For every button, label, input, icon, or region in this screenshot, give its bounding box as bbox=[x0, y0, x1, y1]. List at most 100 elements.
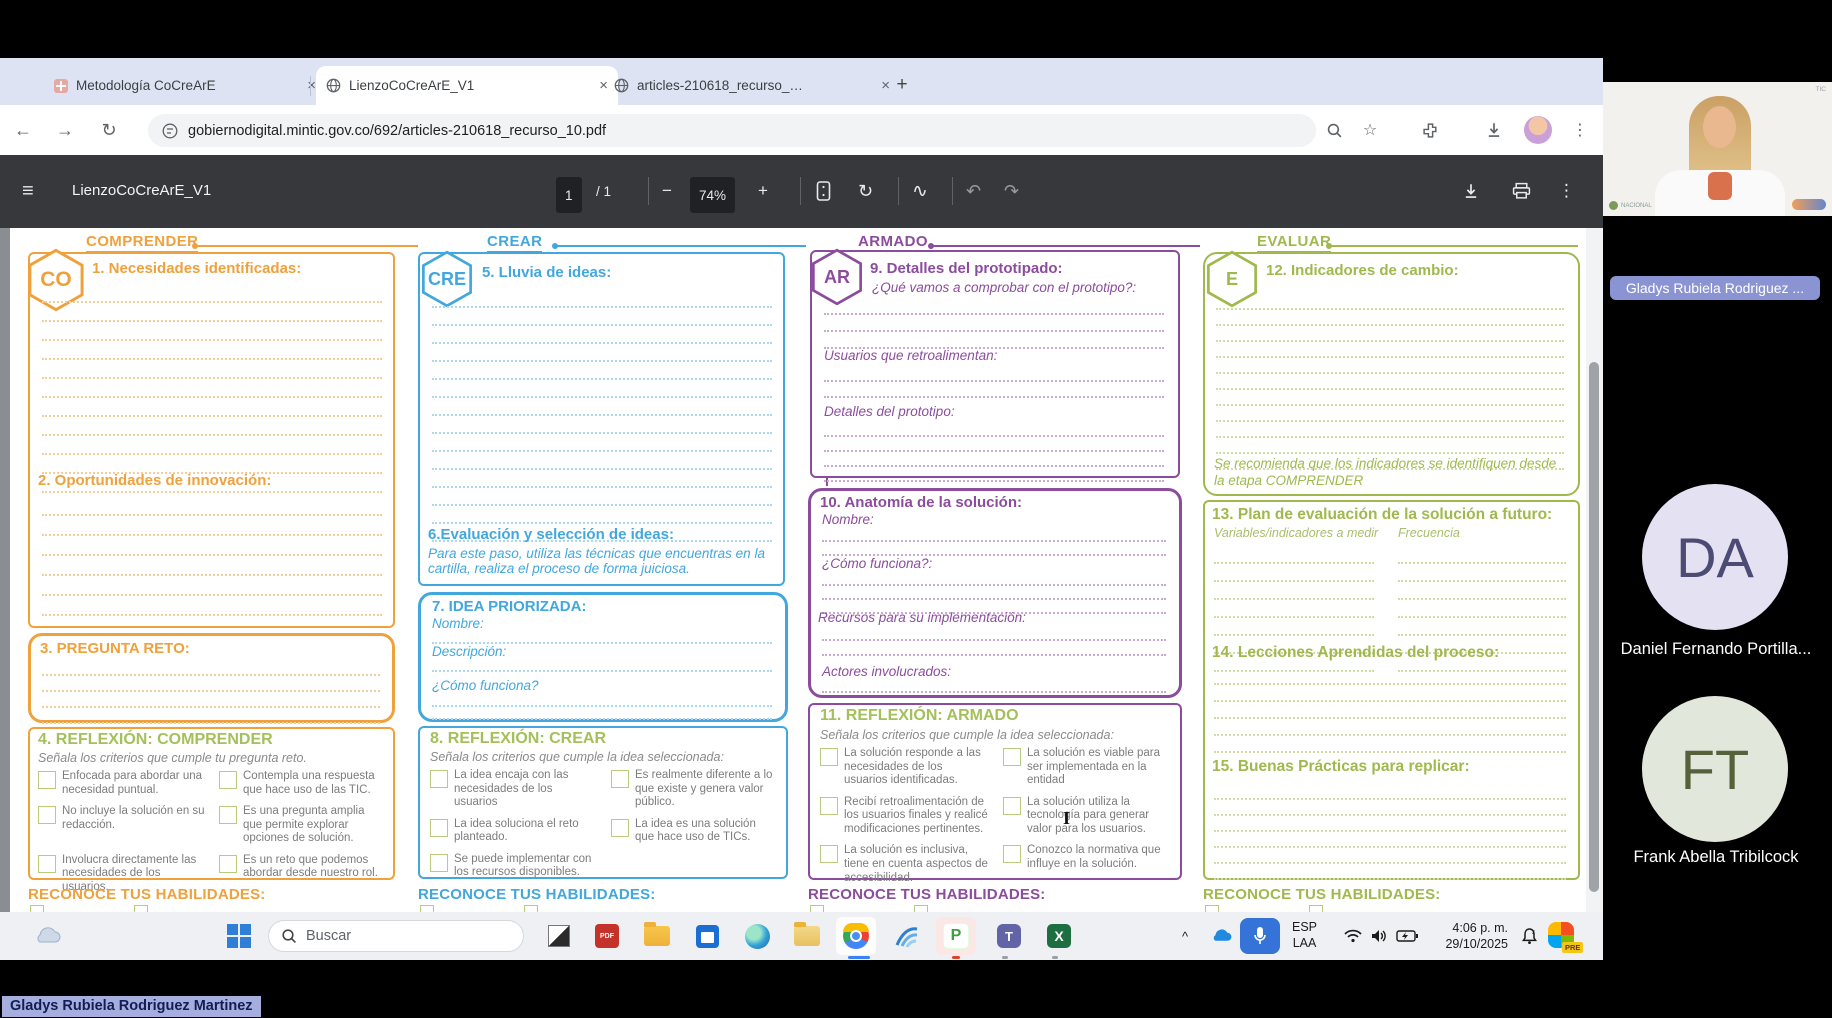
checkbox-item[interactable]: Se puede implementar con los recursos di… bbox=[430, 853, 597, 880]
tab-recurso9[interactable]: articles-210618_recurso_9.pdf × bbox=[604, 66, 900, 105]
pdf-zoom-value[interactable]: 74% bbox=[690, 177, 736, 213]
section-12-title: 12. Indicadores de cambio: bbox=[1266, 262, 1459, 279]
chrome-icon[interactable] bbox=[839, 919, 873, 953]
pdf-app-icon[interactable]: PDF bbox=[590, 919, 624, 953]
undo-icon[interactable]: ↶ bbox=[966, 177, 981, 205]
participant-name-ft: Frank Abella Tribilcock bbox=[1633, 848, 1799, 866]
forward-icon[interactable]: → bbox=[52, 117, 78, 143]
checkbox-item[interactable]: Es realmente diferente a lo que existe y… bbox=[611, 769, 778, 810]
search-icon bbox=[282, 929, 296, 943]
new-tab-button[interactable]: + bbox=[888, 71, 916, 99]
pdf-scrollbar-thumb[interactable] bbox=[1589, 362, 1599, 892]
checkbox-item[interactable]: Es una pregunta amplia que permite explo… bbox=[219, 805, 386, 846]
dotted-lines bbox=[824, 298, 1164, 349]
section-11-subtitle: Señala los criterios que cumple la idea … bbox=[820, 728, 1114, 742]
field-usuarios-retroalimentan: Usuarios que retroalimentan: bbox=[824, 348, 998, 363]
checkbox-item[interactable]: La solución es inclusiva, tiene en cuent… bbox=[820, 844, 989, 885]
tab-metodologia[interactable]: Metodología CoCreArE × bbox=[44, 66, 326, 105]
pdf-more-icon[interactable]: ⋮ bbox=[1558, 177, 1575, 205]
pdf-menu-icon[interactable]: ≡ bbox=[22, 177, 34, 205]
language-indicator[interactable]: ESP LAA bbox=[1292, 920, 1317, 951]
green-p-app-icon[interactable]: P bbox=[939, 919, 973, 953]
mic-active-button[interactable] bbox=[1240, 918, 1280, 954]
dotted-lines bbox=[432, 632, 772, 644]
checkbox-item[interactable]: Contempla una respuesta que hace uso de … bbox=[219, 770, 386, 797]
reload-icon[interactable]: ↻ bbox=[96, 117, 122, 143]
file-explorer-icon[interactable] bbox=[640, 919, 674, 953]
checkbox-item[interactable]: La idea es una solución que hace uso de … bbox=[611, 818, 778, 845]
dotted-lines bbox=[822, 572, 1166, 614]
nacional-logo: NACIONAL bbox=[1609, 201, 1652, 210]
tray-chevron-icon[interactable]: ^ bbox=[1168, 919, 1202, 953]
extensions-puzzle-icon[interactable] bbox=[1418, 118, 1442, 142]
onedrive-folder-icon[interactable] bbox=[790, 919, 824, 953]
pdf-download-icon[interactable] bbox=[1462, 177, 1480, 205]
pdf-print-icon[interactable] bbox=[1512, 177, 1531, 205]
dotted-lines bbox=[824, 366, 1164, 398]
checkbox-item[interactable]: La solución es viable para ser implement… bbox=[1003, 747, 1172, 788]
back-icon[interactable]: ← bbox=[10, 117, 36, 143]
section-8-title: 8. REFLEXIÓN: CREAR bbox=[430, 730, 607, 747]
speaker-name-tag: Gladys Rubiela Rodriguez ... bbox=[1610, 276, 1820, 300]
browser-menu-icon[interactable]: ⋮ bbox=[1568, 118, 1592, 142]
notification-bell-icon[interactable]: z bbox=[1512, 919, 1546, 953]
stage-label-comprender: COMPRENDER bbox=[86, 233, 199, 253]
cut-row bbox=[420, 905, 538, 912]
checkbox-item[interactable]: La idea soluciona el reto planteado. bbox=[430, 818, 597, 845]
edge-icon[interactable] bbox=[740, 919, 774, 953]
battery-icon[interactable] bbox=[1390, 919, 1424, 953]
section-13-title: 13. Plan de evaluación de la solución a … bbox=[1212, 506, 1553, 523]
search-placeholder: Buscar bbox=[306, 928, 352, 944]
annotate-pen-icon[interactable]: ∿ bbox=[912, 177, 928, 205]
section-13-col1: Variables/indicadores a medir bbox=[1214, 526, 1379, 540]
zoom-level-icon[interactable] bbox=[1322, 118, 1346, 142]
stage-label-crear: CREAR bbox=[487, 233, 543, 253]
downloads-icon[interactable] bbox=[1482, 118, 1506, 142]
section-15-title: 15. Buenas Prácticas para replicar: bbox=[1212, 758, 1470, 775]
reflexion-armado-checklist: La solución responde a las necesidades d… bbox=[820, 747, 1172, 885]
reflexion-crear-checklist: La idea encaja con las necesidades de lo… bbox=[430, 769, 778, 880]
site-settings-icon[interactable] bbox=[162, 123, 178, 139]
rotate-icon[interactable]: ↻ bbox=[858, 177, 873, 205]
fit-page-icon[interactable] bbox=[816, 177, 831, 205]
zoom-in-icon[interactable]: + bbox=[758, 177, 768, 205]
taskbar-search[interactable]: Buscar bbox=[268, 920, 524, 952]
checkbox-item[interactable]: Conozco la normativa que influye en la s… bbox=[1003, 844, 1172, 885]
field-detalles-prototipo: Detalles del prototipo: bbox=[824, 404, 955, 419]
profile-avatar[interactable] bbox=[1524, 116, 1552, 144]
rainbow-logo bbox=[1792, 199, 1826, 210]
onedrive-cloud-icon[interactable] bbox=[1204, 919, 1238, 953]
redo-icon[interactable]: ↷ bbox=[1004, 177, 1019, 205]
pdf-page-input[interactable]: 1 bbox=[556, 177, 582, 213]
wifi-tool-icon[interactable] bbox=[890, 919, 924, 953]
clock[interactable]: 4:06 p. m. 29/10/2025 bbox=[1428, 920, 1508, 953]
url-field[interactable]: gobiernodigital.mintic.gov.co/692/articl… bbox=[148, 114, 1316, 147]
teams-icon[interactable]: T bbox=[992, 919, 1026, 953]
checkbox-item[interactable]: La idea encaja con las necesidades de lo… bbox=[430, 769, 597, 810]
section-7-title: 7. IDEA PRIORIZADA: bbox=[432, 598, 587, 615]
ms-store-icon[interactable] bbox=[690, 919, 724, 953]
bookmark-star-icon[interactable]: ☆ bbox=[1358, 118, 1382, 142]
pdf-scrollbar[interactable] bbox=[1586, 228, 1603, 912]
checkbox-item[interactable]: No incluye la solución en su redacción. bbox=[38, 805, 205, 846]
tab-close-icon[interactable]: × bbox=[307, 77, 316, 94]
globe-favicon-icon bbox=[326, 78, 341, 93]
pdf-favicon-icon bbox=[54, 78, 68, 93]
checkbox-item[interactable]: Recibí retroalimentación de los usuarios… bbox=[820, 796, 989, 837]
text-cursor: I bbox=[1063, 808, 1071, 828]
onedrive-tray-icon[interactable] bbox=[30, 919, 64, 953]
checkbox-item[interactable]: La solución utiliza la tecnología para g… bbox=[1003, 796, 1172, 837]
webcam-video[interactable]: NACIONAL TIC bbox=[1603, 82, 1832, 216]
zoom-out-icon[interactable]: − bbox=[662, 177, 672, 205]
tab-lienzo-active[interactable]: LienzoCoCreArE_V1 × bbox=[316, 66, 618, 105]
tab-separator bbox=[310, 76, 311, 96]
start-button[interactable] bbox=[222, 919, 256, 953]
checkbox-item[interactable]: La solución responde a las necesidades d… bbox=[820, 747, 989, 788]
connector-comprender-crear bbox=[192, 243, 418, 249]
participant-avatar-da[interactable]: DA bbox=[1642, 484, 1788, 630]
participant-avatar-ft[interactable]: FT bbox=[1642, 696, 1788, 842]
excel-icon[interactable]: X bbox=[1042, 919, 1076, 953]
task-view-icon[interactable] bbox=[542, 919, 576, 953]
dotted-lines bbox=[822, 680, 1166, 693]
checkbox-item[interactable]: Enfocada para abordar una necesidad punt… bbox=[38, 770, 205, 797]
